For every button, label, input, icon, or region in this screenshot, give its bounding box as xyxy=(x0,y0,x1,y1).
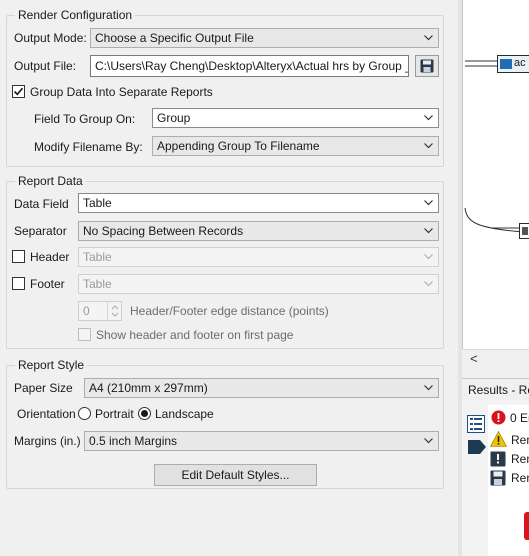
output-mode-dropdown[interactable]: Choose a Specific Output File xyxy=(90,28,439,48)
workflow-connections xyxy=(464,60,524,233)
margins-value: 0.5 inch Margins xyxy=(89,434,178,448)
footer-value: Table xyxy=(83,277,112,291)
group-data-label: Group Data Into Separate Reports xyxy=(30,85,213,99)
paper-size-value: A4 (210mm x 297mm) xyxy=(89,381,208,395)
footer-checkbox[interactable] xyxy=(12,277,25,290)
chevron-down-icon xyxy=(424,281,433,287)
separator-dropdown[interactable]: No Spacing Between Records xyxy=(78,221,439,241)
chevron-down-icon xyxy=(424,385,433,391)
save-file-button[interactable] xyxy=(415,55,439,77)
chevron-down-icon xyxy=(424,438,433,444)
data-field-value: Table xyxy=(83,196,112,210)
output-mode-label: Output Mode: xyxy=(14,31,87,45)
close-button-fragment[interactable] xyxy=(524,512,529,540)
scroll-left-icon[interactable]: < xyxy=(470,351,478,366)
modify-filename-value: Appending Group To Filename xyxy=(157,139,320,153)
results-header: Results - Re xyxy=(462,378,529,400)
output-file-input[interactable]: C:\Users\Ray Cheng\Desktop\Alteryx\Actua… xyxy=(90,55,409,77)
header-dropdown[interactable]: Table xyxy=(78,247,439,267)
field-to-group-label: Field To Group On: xyxy=(34,112,136,126)
portrait-label: Portrait xyxy=(95,407,134,421)
error-icon xyxy=(491,410,506,428)
chevron-down-icon xyxy=(424,35,433,41)
save-icon xyxy=(490,470,506,488)
results-title: Results - Re xyxy=(468,383,529,397)
show-header-footer-checkbox[interactable] xyxy=(78,328,91,341)
warning-icon xyxy=(490,430,507,449)
landscape-label: Landscape xyxy=(155,407,214,421)
result-text: Ren xyxy=(511,452,529,466)
stepper-arrows-icon[interactable] xyxy=(107,302,121,320)
tool-icon xyxy=(522,227,528,235)
render-configuration-title: Render Configuration xyxy=(15,8,136,22)
data-field-label: Data Field xyxy=(14,197,69,211)
workflow-canvas[interactable]: ac xyxy=(462,0,529,368)
modify-filename-dropdown[interactable]: Appending Group To Filename xyxy=(152,136,439,156)
header-label: Header xyxy=(30,250,70,264)
chevron-down-icon xyxy=(424,115,433,121)
output-mode-value: Choose a Specific Output File xyxy=(95,31,254,45)
header-value: Table xyxy=(83,250,112,264)
portrait-radio[interactable] xyxy=(78,407,91,420)
list-item[interactable]: Ren xyxy=(488,450,529,469)
output-file-label: Output File: xyxy=(14,59,77,73)
edit-default-styles-button[interactable]: Edit Default Styles... xyxy=(154,464,317,486)
result-text: 0 Er xyxy=(510,411,529,425)
list-item[interactable]: Ren xyxy=(488,430,529,449)
field-to-group-value: Group xyxy=(157,111,191,125)
margins-label: Margins (in.) xyxy=(14,434,81,448)
modify-filename-label: Modify Filename By: xyxy=(34,140,143,154)
chevron-down-icon xyxy=(424,200,433,206)
separator-value: No Spacing Between Records xyxy=(83,224,244,238)
workflow-tool-node-2[interactable] xyxy=(519,223,529,239)
footer-dropdown[interactable]: Table xyxy=(78,274,439,294)
checkmark-icon xyxy=(13,87,24,96)
configuration-panel: Render Configuration Output Mode: Choose… xyxy=(0,0,458,556)
list-item[interactable]: Ren xyxy=(488,469,529,488)
chevron-down-icon xyxy=(424,143,433,149)
chevron-down-icon xyxy=(424,228,433,234)
canvas-horizontal-scrollbar[interactable]: < xyxy=(462,349,529,368)
tool-icon xyxy=(500,59,512,69)
paper-size-label: Paper Size xyxy=(14,381,73,395)
orientation-label: Orientation xyxy=(17,407,76,421)
group-data-checkbox[interactable] xyxy=(12,85,25,98)
footer-label: Footer xyxy=(30,277,65,291)
landscape-radio[interactable] xyxy=(138,407,151,420)
paper-size-dropdown[interactable]: A4 (210mm x 297mm) xyxy=(84,378,439,398)
chevron-down-icon xyxy=(424,254,433,260)
result-text: Ren xyxy=(511,471,529,485)
info-icon xyxy=(490,451,506,469)
edge-distance-label: Header/Footer edge distance (points) xyxy=(130,304,329,318)
field-to-group-dropdown[interactable]: Group xyxy=(152,108,439,128)
margins-dropdown[interactable]: 0.5 inch Margins xyxy=(84,431,439,451)
tool-node-label: ac xyxy=(514,57,526,69)
result-text: Ren xyxy=(511,433,529,447)
list-item[interactable]: 0 Er xyxy=(488,409,529,428)
show-header-footer-label: Show header and footer on first page xyxy=(96,328,294,342)
edge-distance-stepper[interactable]: 0 xyxy=(78,301,122,321)
list-view-icon[interactable] xyxy=(467,415,485,436)
save-icon xyxy=(420,59,434,76)
workflow-tool-node[interactable]: ac xyxy=(497,55,529,73)
edge-distance-value: 0 xyxy=(83,304,90,318)
data-field-dropdown[interactable]: Table xyxy=(78,193,439,213)
tag-icon[interactable] xyxy=(468,440,486,457)
separator-label: Separator xyxy=(14,224,67,238)
header-checkbox[interactable] xyxy=(12,250,25,263)
report-data-title: Report Data xyxy=(15,174,86,188)
report-style-title: Report Style xyxy=(15,358,88,372)
radio-selected-dot xyxy=(141,410,148,417)
